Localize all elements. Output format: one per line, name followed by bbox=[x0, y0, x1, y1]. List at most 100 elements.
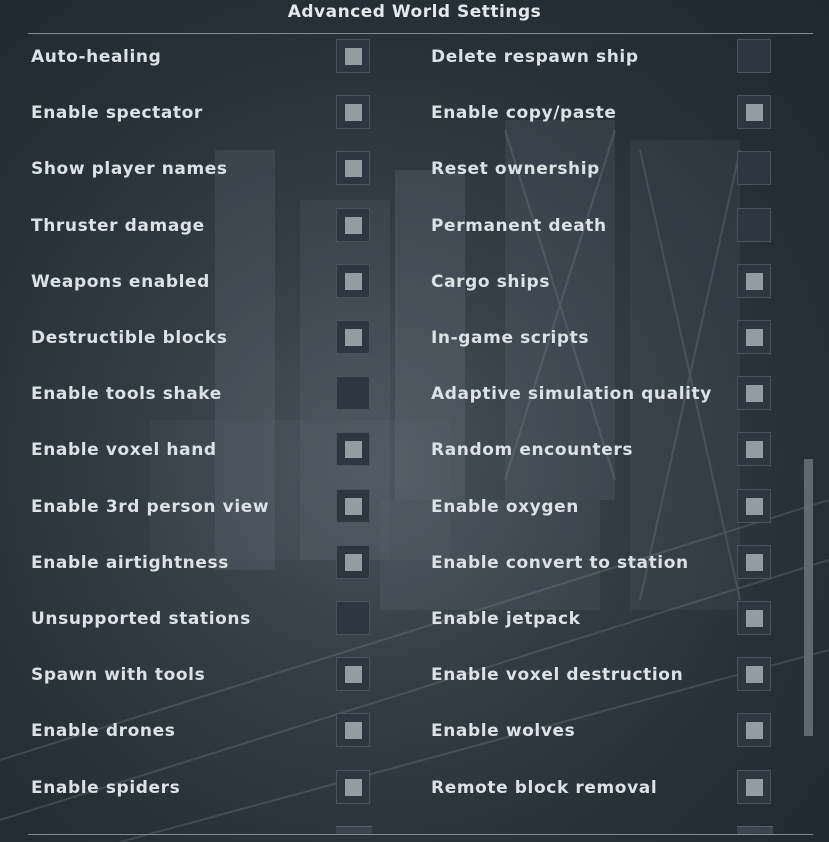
setting-row-enable-airtightness: Enable airtightness bbox=[31, 545, 372, 581]
checkbox-in-game-scripts[interactable] bbox=[737, 320, 771, 354]
check-mark bbox=[746, 498, 763, 515]
setting-row-enable-convert-to-station: Enable convert to station bbox=[431, 545, 773, 581]
check-mark bbox=[345, 329, 362, 346]
check-mark bbox=[345, 273, 362, 290]
check-mark bbox=[746, 554, 763, 571]
checkbox-unsupported-stations[interactable] bbox=[336, 601, 370, 635]
setting-row-remote-block-removal: Remote block removal bbox=[431, 770, 773, 806]
setting-label: Enable spectator bbox=[31, 103, 203, 123]
check-mark bbox=[746, 779, 763, 796]
check-mark bbox=[746, 722, 763, 739]
setting-label: Weapons enabled bbox=[31, 272, 210, 292]
checkbox-enable-oxygen[interactable] bbox=[737, 489, 771, 523]
checkbox-remote-block-removal[interactable] bbox=[737, 770, 771, 804]
check-mark bbox=[345, 48, 362, 65]
setting-row-permanent-death: Permanent death bbox=[431, 208, 773, 244]
setting-label: Reset ownership bbox=[431, 159, 600, 179]
setting-label: Enable convert to station bbox=[431, 553, 689, 573]
setting-row-auto-healing: Auto-healing bbox=[31, 39, 372, 75]
check-mark bbox=[746, 441, 763, 458]
checkbox-enable-3rd-person-view[interactable] bbox=[336, 489, 370, 523]
checkbox-adaptive-simulation-quality[interactable] bbox=[737, 376, 771, 410]
checkbox-show-player-names[interactable] bbox=[336, 151, 370, 185]
checkbox-enable-spectator[interactable] bbox=[336, 95, 370, 129]
setting-row-enable-wolves: Enable wolves bbox=[431, 713, 773, 749]
checkbox-random-encounters[interactable] bbox=[737, 432, 771, 466]
check-mark bbox=[345, 722, 362, 739]
setting-row-enable-copy-paste: Enable copy/paste bbox=[431, 95, 773, 131]
checkbox-reset-ownership[interactable] bbox=[737, 151, 771, 185]
checkbox-enable-tools-shake[interactable] bbox=[336, 376, 370, 410]
checkbox-auto-healing[interactable] bbox=[336, 39, 370, 73]
checkbox-enable-airtightness[interactable] bbox=[336, 545, 370, 579]
setting-label: Auto-healing bbox=[31, 47, 162, 67]
scrollbar-thumb[interactable] bbox=[804, 459, 813, 736]
setting-label: Unsupported stations bbox=[31, 609, 251, 629]
setting-label: Show player names bbox=[31, 159, 228, 179]
setting-row-reset-ownership: Reset ownership bbox=[431, 151, 773, 187]
setting-label: Enable jetpack bbox=[431, 609, 581, 629]
checkbox-enable-drones[interactable] bbox=[336, 713, 370, 747]
checkbox-enable-copy-paste[interactable] bbox=[737, 95, 771, 129]
setting-label: Permanent death bbox=[431, 216, 607, 236]
setting-label: Cargo ships bbox=[431, 272, 551, 292]
check-mark bbox=[345, 554, 362, 571]
setting-row-enable-voxel-destruction: Enable voxel destruction bbox=[431, 657, 773, 693]
setting-row-show-player-names: Show player names bbox=[31, 151, 372, 187]
checkbox-enable-voxel-hand[interactable] bbox=[336, 432, 370, 466]
window-title: Advanced World Settings bbox=[287, 2, 542, 22]
footer-divider bbox=[28, 834, 813, 835]
check-mark bbox=[746, 273, 763, 290]
checkbox-spawn-with-tools[interactable] bbox=[336, 657, 370, 691]
setting-label: Enable spiders bbox=[31, 778, 181, 798]
setting-row-enable-drones: Enable drones bbox=[31, 713, 372, 749]
setting-row-thruster-damage: Thruster damage bbox=[31, 208, 372, 244]
setting-label: In-game scripts bbox=[431, 328, 590, 348]
setting-row-enable-jetpack: Enable jetpack bbox=[431, 601, 773, 637]
setting-row-spawn-with-tools: Spawn with tools bbox=[31, 657, 372, 693]
check-mark bbox=[345, 779, 362, 796]
setting-label: Random encounters bbox=[431, 440, 634, 460]
setting-label: Spawn with tools bbox=[31, 665, 206, 685]
checkbox-delete-respawn-ship[interactable] bbox=[737, 39, 771, 73]
setting-label: Destructible blocks bbox=[31, 328, 228, 348]
check-mark bbox=[345, 217, 362, 234]
checkbox-enable-voxel-destruction[interactable] bbox=[737, 657, 771, 691]
checkbox-enable-convert-to-station[interactable] bbox=[737, 545, 771, 579]
setting-label: Adaptive simulation quality bbox=[431, 384, 712, 404]
checkbox-destructible-blocks[interactable] bbox=[336, 320, 370, 354]
setting-label: Enable voxel hand bbox=[31, 440, 217, 460]
setting-row-enable-spectator: Enable spectator bbox=[31, 95, 372, 131]
setting-row-delete-respawn-ship: Delete respawn ship bbox=[431, 39, 773, 75]
setting-label: Enable airtightness bbox=[31, 553, 229, 573]
setting-row-unsupported-stations: Unsupported stations bbox=[31, 601, 372, 637]
check-mark bbox=[345, 160, 362, 177]
setting-row-weapons-enabled: Weapons enabled bbox=[31, 264, 372, 300]
check-mark bbox=[345, 666, 362, 683]
checkbox-cargo-ships[interactable] bbox=[737, 264, 771, 298]
setting-row-enable-voxel-hand: Enable voxel hand bbox=[31, 432, 372, 468]
setting-label: Delete respawn ship bbox=[431, 47, 639, 67]
checkbox-enable-spiders[interactable] bbox=[336, 770, 370, 804]
setting-label: Enable copy/paste bbox=[431, 103, 617, 123]
scrollbar[interactable] bbox=[804, 40, 813, 830]
check-mark bbox=[345, 498, 362, 515]
checkbox-thruster-damage[interactable] bbox=[336, 208, 370, 242]
header-divider bbox=[28, 33, 813, 34]
setting-label: Remote block removal bbox=[431, 778, 658, 798]
check-mark bbox=[345, 104, 362, 121]
setting-row-enable-tools-shake: Enable tools shake bbox=[31, 376, 372, 412]
setting-label: Enable voxel destruction bbox=[431, 665, 684, 685]
checkbox-enable-jetpack[interactable] bbox=[737, 601, 771, 635]
check-mark bbox=[345, 441, 362, 458]
setting-row-random-encounters: Random encounters bbox=[431, 432, 773, 468]
checkbox-weapons-enabled[interactable] bbox=[336, 264, 370, 298]
check-mark bbox=[746, 666, 763, 683]
checkbox-permanent-death[interactable] bbox=[737, 208, 771, 242]
setting-label: Enable oxygen bbox=[431, 497, 579, 517]
check-mark bbox=[746, 329, 763, 346]
checkbox-enable-wolves[interactable] bbox=[737, 713, 771, 747]
check-mark bbox=[746, 610, 763, 627]
setting-label: Enable 3rd person view bbox=[31, 497, 270, 517]
setting-row-enable-spiders: Enable spiders bbox=[31, 770, 372, 806]
